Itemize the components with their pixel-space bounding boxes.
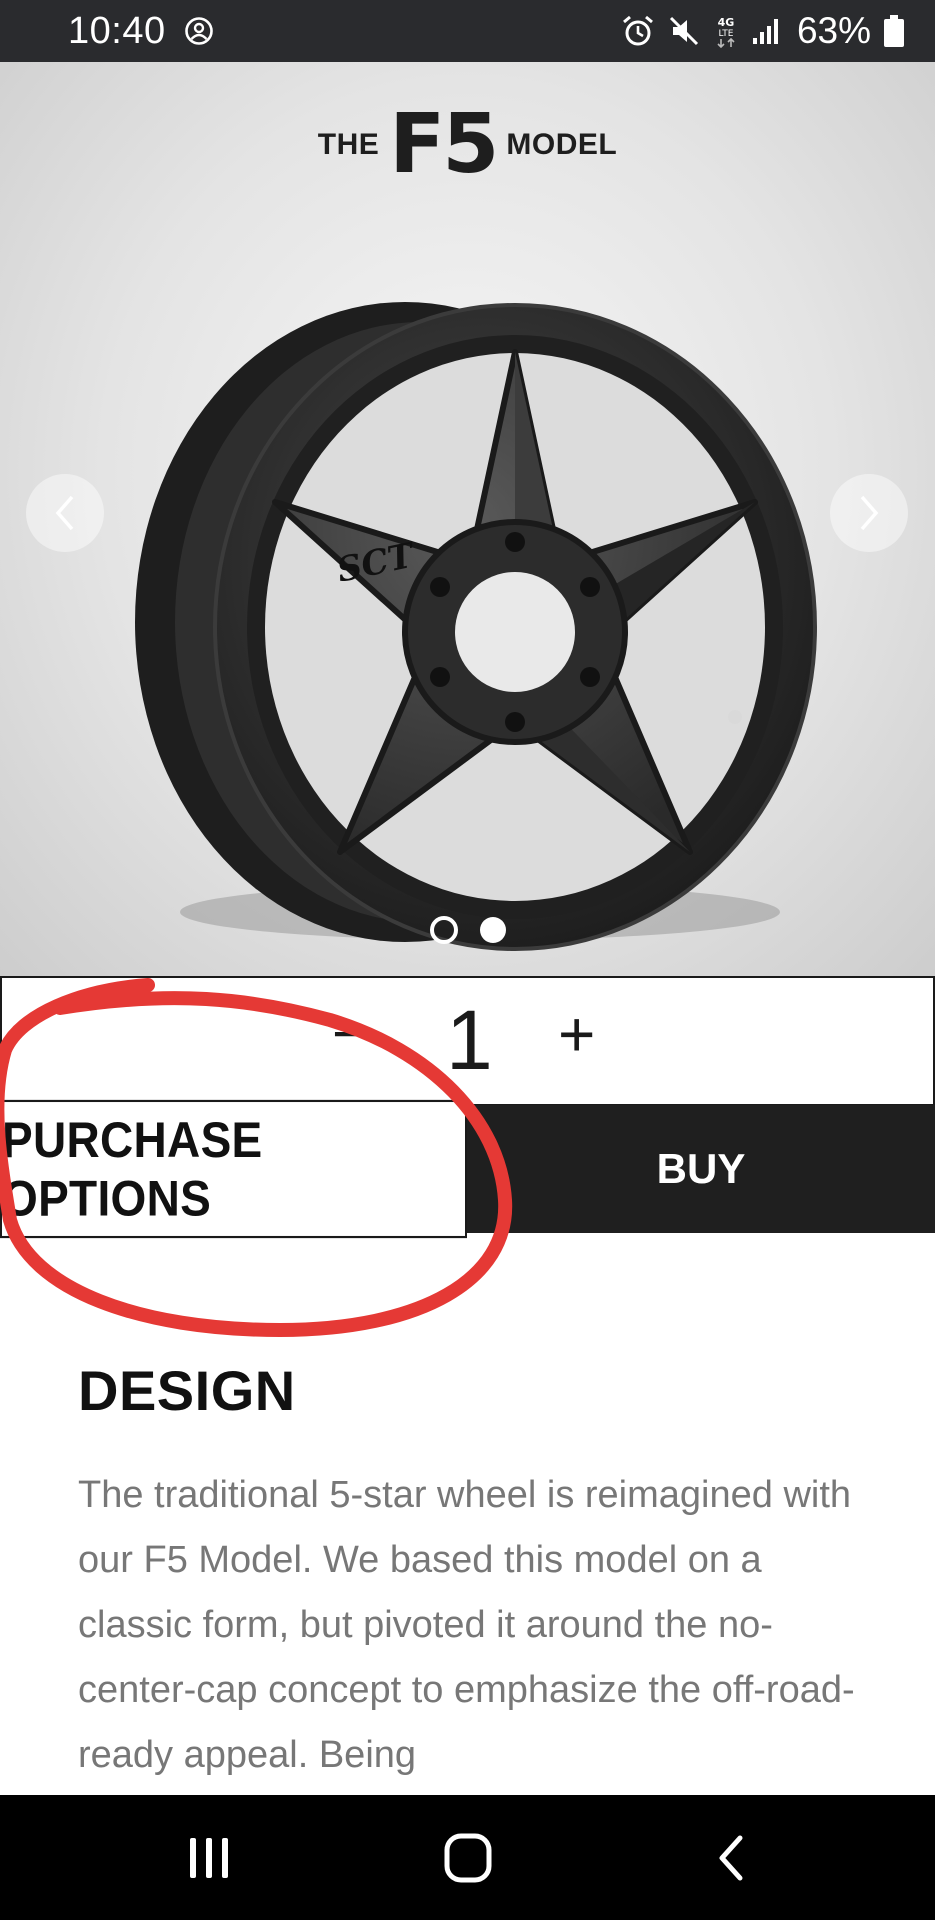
lte-data-icon: 4G LTE: [717, 16, 735, 49]
product-title-prefix: THE: [317, 128, 380, 161]
quantity-stepper: − 1 +: [0, 976, 935, 1106]
chevron-left-icon: [55, 495, 74, 531]
design-heading: DESIGN: [78, 1359, 296, 1422]
account-circle-icon: [184, 17, 213, 45]
alarm-icon: [622, 15, 653, 46]
carousel-dot-1[interactable]: [429, 916, 458, 944]
purchase-options-button[interactable]: PURCHASE OPTIONS: [0, 1099, 467, 1239]
carousel-prev-button[interactable]: [26, 474, 104, 552]
battery-icon: [884, 15, 904, 47]
recents-icon[interactable]: [186, 1830, 232, 1886]
product-title-suffix: MODEL: [506, 128, 618, 161]
product-title: THE F5 MODEL: [0, 104, 935, 186]
status-icons: 4G LTE 63%: [621, 10, 905, 52]
carousel-next-button[interactable]: [830, 474, 908, 552]
carousel-indicator: [0, 916, 935, 944]
battery-percentage: 63%: [796, 10, 871, 51]
chevron-right-icon: [860, 495, 879, 531]
buy-button[interactable]: BUY: [467, 1105, 935, 1233]
quantity-increase-button[interactable]: +: [558, 1002, 595, 1066]
system-navigation-bar: [0, 1795, 935, 1920]
quantity-value[interactable]: 1: [446, 998, 493, 1082]
carousel-dot-2[interactable]: [479, 917, 506, 943]
svg-text:LTE: LTE: [718, 29, 733, 39]
svg-text:4G: 4G: [718, 16, 735, 29]
back-icon[interactable]: [712, 1830, 752, 1886]
status-bar: 10:40 4G LTE 63%: [0, 0, 935, 62]
mute-icon: [669, 16, 698, 46]
quantity-decrease-button[interactable]: −: [332, 1004, 367, 1064]
wheel-image: SCT: [135, 302, 817, 951]
home-icon[interactable]: [443, 1830, 493, 1886]
design-description: The traditional 5-star wheel is reimagin…: [78, 1474, 855, 1776]
product-title-main: F5: [389, 97, 499, 192]
status-time: 10:40: [68, 9, 166, 52]
product-image-carousel[interactable]: THE F5 MODEL SCT: [0, 62, 935, 976]
signal-icon: [752, 19, 778, 44]
